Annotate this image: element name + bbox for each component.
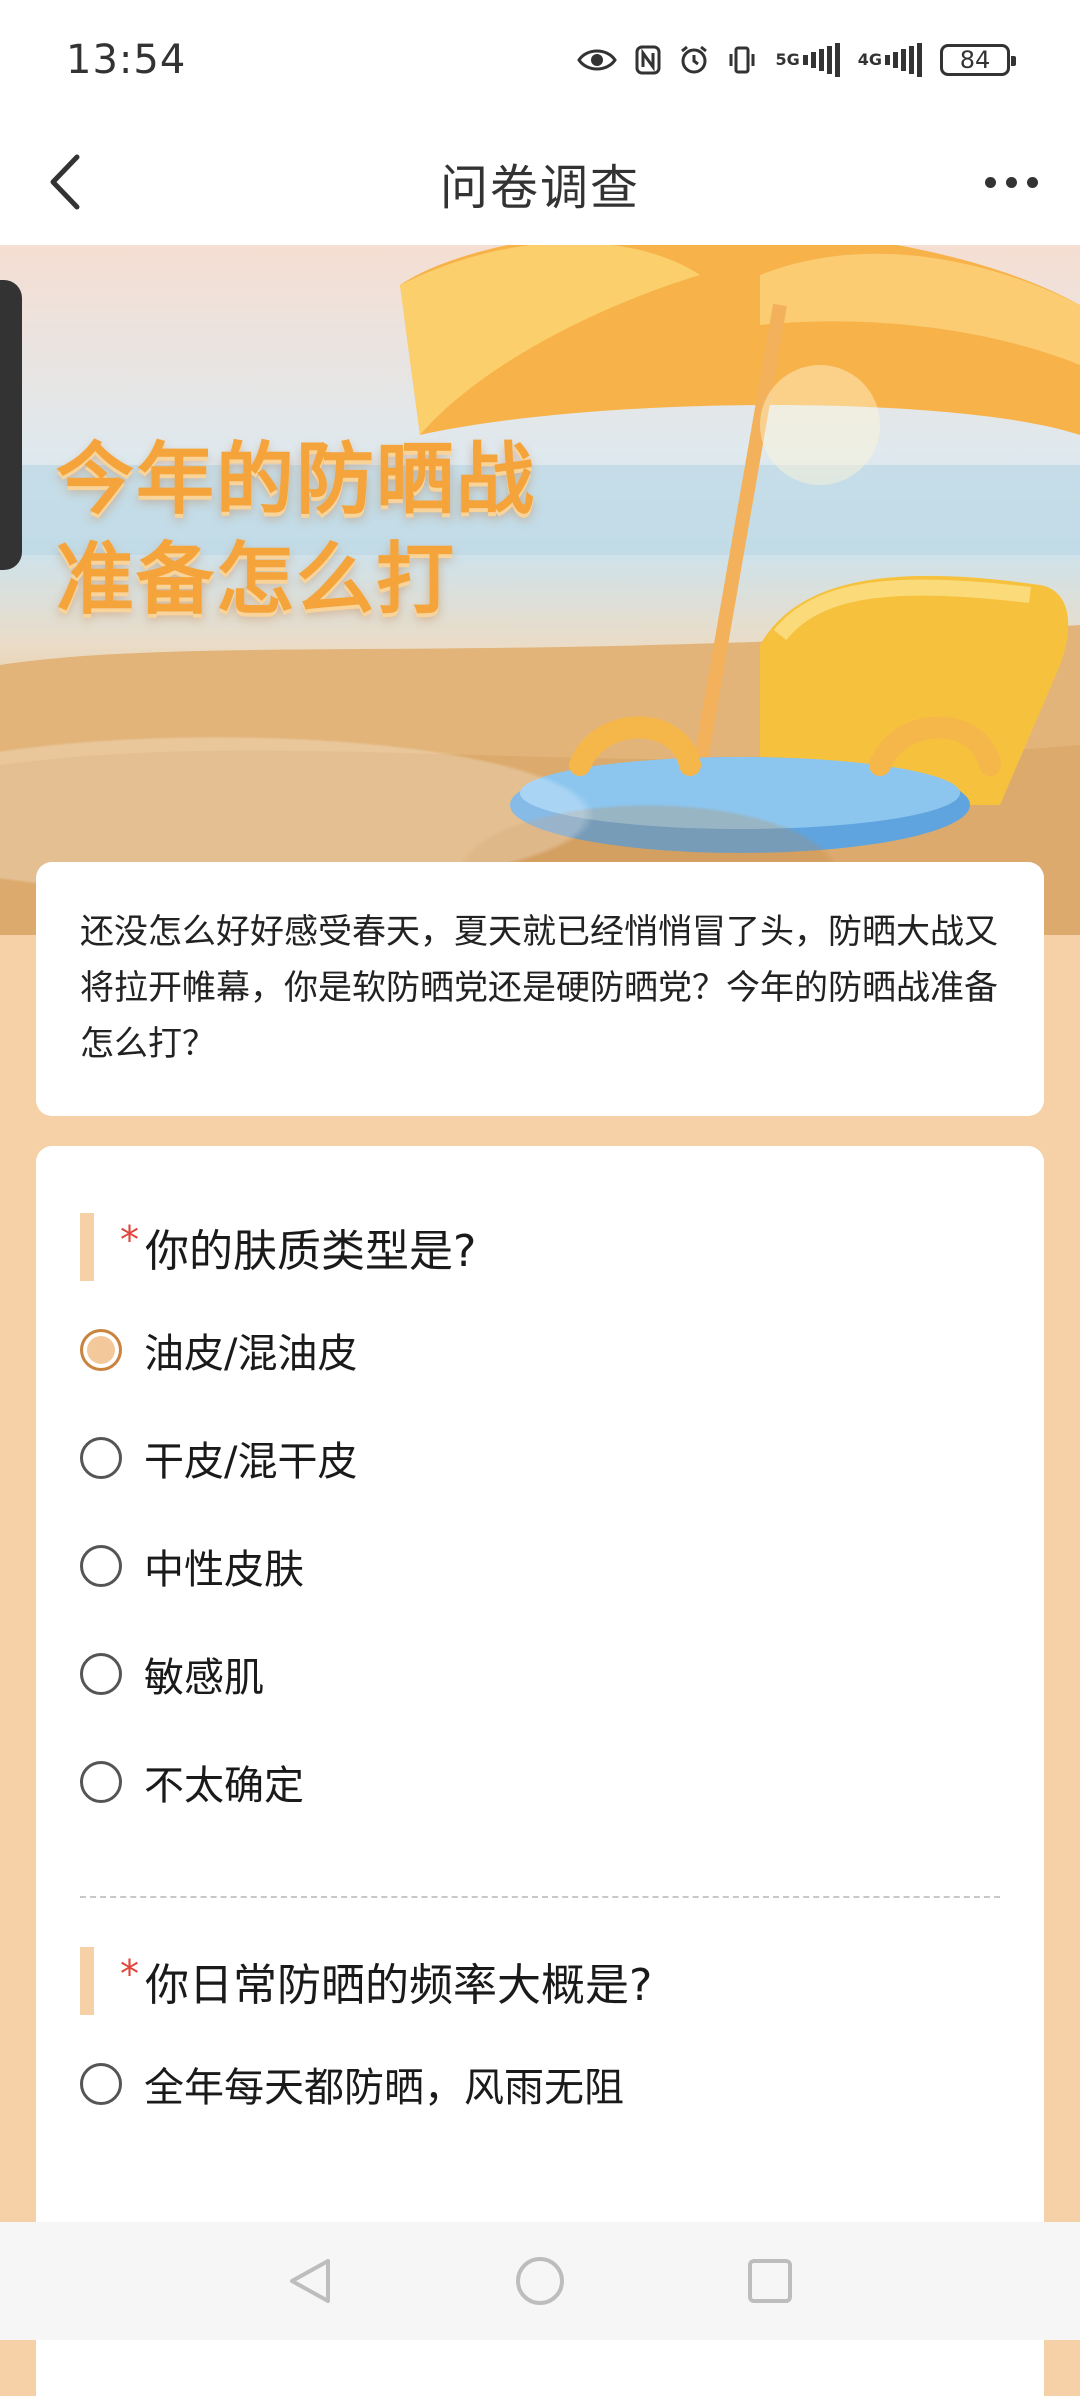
option-every-day[interactable]: 全年每天都防晒，风雨无阻 xyxy=(80,2030,1000,2138)
question-accent-bar xyxy=(80,1213,94,1281)
back-button[interactable] xyxy=(34,150,94,214)
option-label: 不太确定 xyxy=(144,1763,304,1809)
radio-button-selected[interactable] xyxy=(80,1329,122,1371)
signal-5g-icon: 5G xyxy=(775,43,840,77)
intro-card: 还没怎么好好感受春天，夏天就已经悄悄冒了头，防晒大战又将拉开帷幕，你是软防晒党还… xyxy=(36,862,1044,1116)
nav-back-button[interactable] xyxy=(280,2251,340,2311)
question-title: * 你的肤质类型是? xyxy=(80,1212,1000,1282)
battery-icon: 84 xyxy=(940,44,1016,76)
banner-headline-line1: 今年的防晒战 xyxy=(56,435,537,525)
vibrate-icon xyxy=(727,45,757,75)
option-oily[interactable]: 油皮/混油皮 xyxy=(80,1296,1000,1404)
intro-text: 还没怎么好好感受春天，夏天就已经悄悄冒了头，防晒大战又将拉开帷幕，你是软防晒党还… xyxy=(80,912,998,1064)
required-mark: * xyxy=(120,1218,139,1262)
options-list: 全年每天都防晒，风雨无阻 xyxy=(80,2030,1000,2138)
nav-recents-button[interactable] xyxy=(740,2251,800,2311)
triangle-back-icon xyxy=(290,2259,330,2303)
net-5g-label: 5G xyxy=(775,50,800,69)
option-label: 干皮/混干皮 xyxy=(144,1439,358,1485)
option-label: 敏感肌 xyxy=(144,1655,264,1701)
option-normal[interactable]: 中性皮肤 xyxy=(80,1512,1000,1620)
option-sensitive[interactable]: 敏感肌 xyxy=(80,1620,1000,1728)
radio-button[interactable] xyxy=(80,1545,122,1587)
banner-headline-line2: 准备怎么打 xyxy=(56,535,457,625)
question-text: 你日常防晒的频率大概是? xyxy=(145,1960,653,2011)
page-title: 问卷调查 xyxy=(439,159,640,216)
option-label: 中性皮肤 xyxy=(144,1547,304,1593)
status-icons: 5G 4G 84 xyxy=(577,43,1016,77)
app-header: 问卷调查 xyxy=(0,120,1080,245)
radio-button[interactable] xyxy=(80,1653,122,1695)
radio-button[interactable] xyxy=(80,1761,122,1803)
question-card: * 你的肤质类型是? 油皮/混油皮 干皮/混干皮 中性皮肤 敏感肌 不太确定 *… xyxy=(36,1146,1044,2396)
required-mark: * xyxy=(120,1952,139,1996)
banner-headline: 今年的防晒战 准备怎么打 xyxy=(56,430,536,630)
question-title: * 你日常防晒的频率大概是? xyxy=(80,1946,1000,2016)
question-accent-bar xyxy=(80,1947,94,2015)
signal-4g-icon: 4G xyxy=(858,43,922,77)
options-list: 油皮/混油皮 干皮/混干皮 中性皮肤 敏感肌 不太确定 xyxy=(80,1296,1000,1836)
battery-level: 84 xyxy=(959,46,991,74)
floating-side-tab[interactable] xyxy=(0,280,22,570)
more-dots-icon xyxy=(984,176,996,188)
more-button[interactable] xyxy=(976,160,1046,204)
option-label: 油皮/混油皮 xyxy=(144,1331,358,1377)
net-4g-label: 4G xyxy=(857,50,882,69)
option-unsure[interactable]: 不太确定 xyxy=(80,1728,1000,1836)
nfc-icon xyxy=(635,45,661,75)
option-dry[interactable]: 干皮/混干皮 xyxy=(80,1404,1000,1512)
status-time: 13:54 xyxy=(66,37,187,83)
radio-button[interactable] xyxy=(80,1437,122,1479)
alarm-icon xyxy=(679,45,709,75)
eye-icon xyxy=(577,47,618,73)
banner-image: 今年的防晒战 准备怎么打 xyxy=(0,245,1080,935)
status-bar: 13:54 5G 4G 84 xyxy=(0,0,1080,120)
chevron-left-icon xyxy=(50,154,80,210)
radio-button[interactable] xyxy=(80,2063,122,2105)
square-recents-icon xyxy=(748,2259,792,2303)
option-label: 全年每天都防晒，风雨无阻 xyxy=(144,2065,624,2111)
nav-home-button[interactable] xyxy=(510,2251,570,2311)
question-text: 你的肤质类型是? xyxy=(145,1226,477,1277)
system-nav-bar xyxy=(0,2222,1080,2340)
circle-home-icon xyxy=(516,2257,564,2305)
